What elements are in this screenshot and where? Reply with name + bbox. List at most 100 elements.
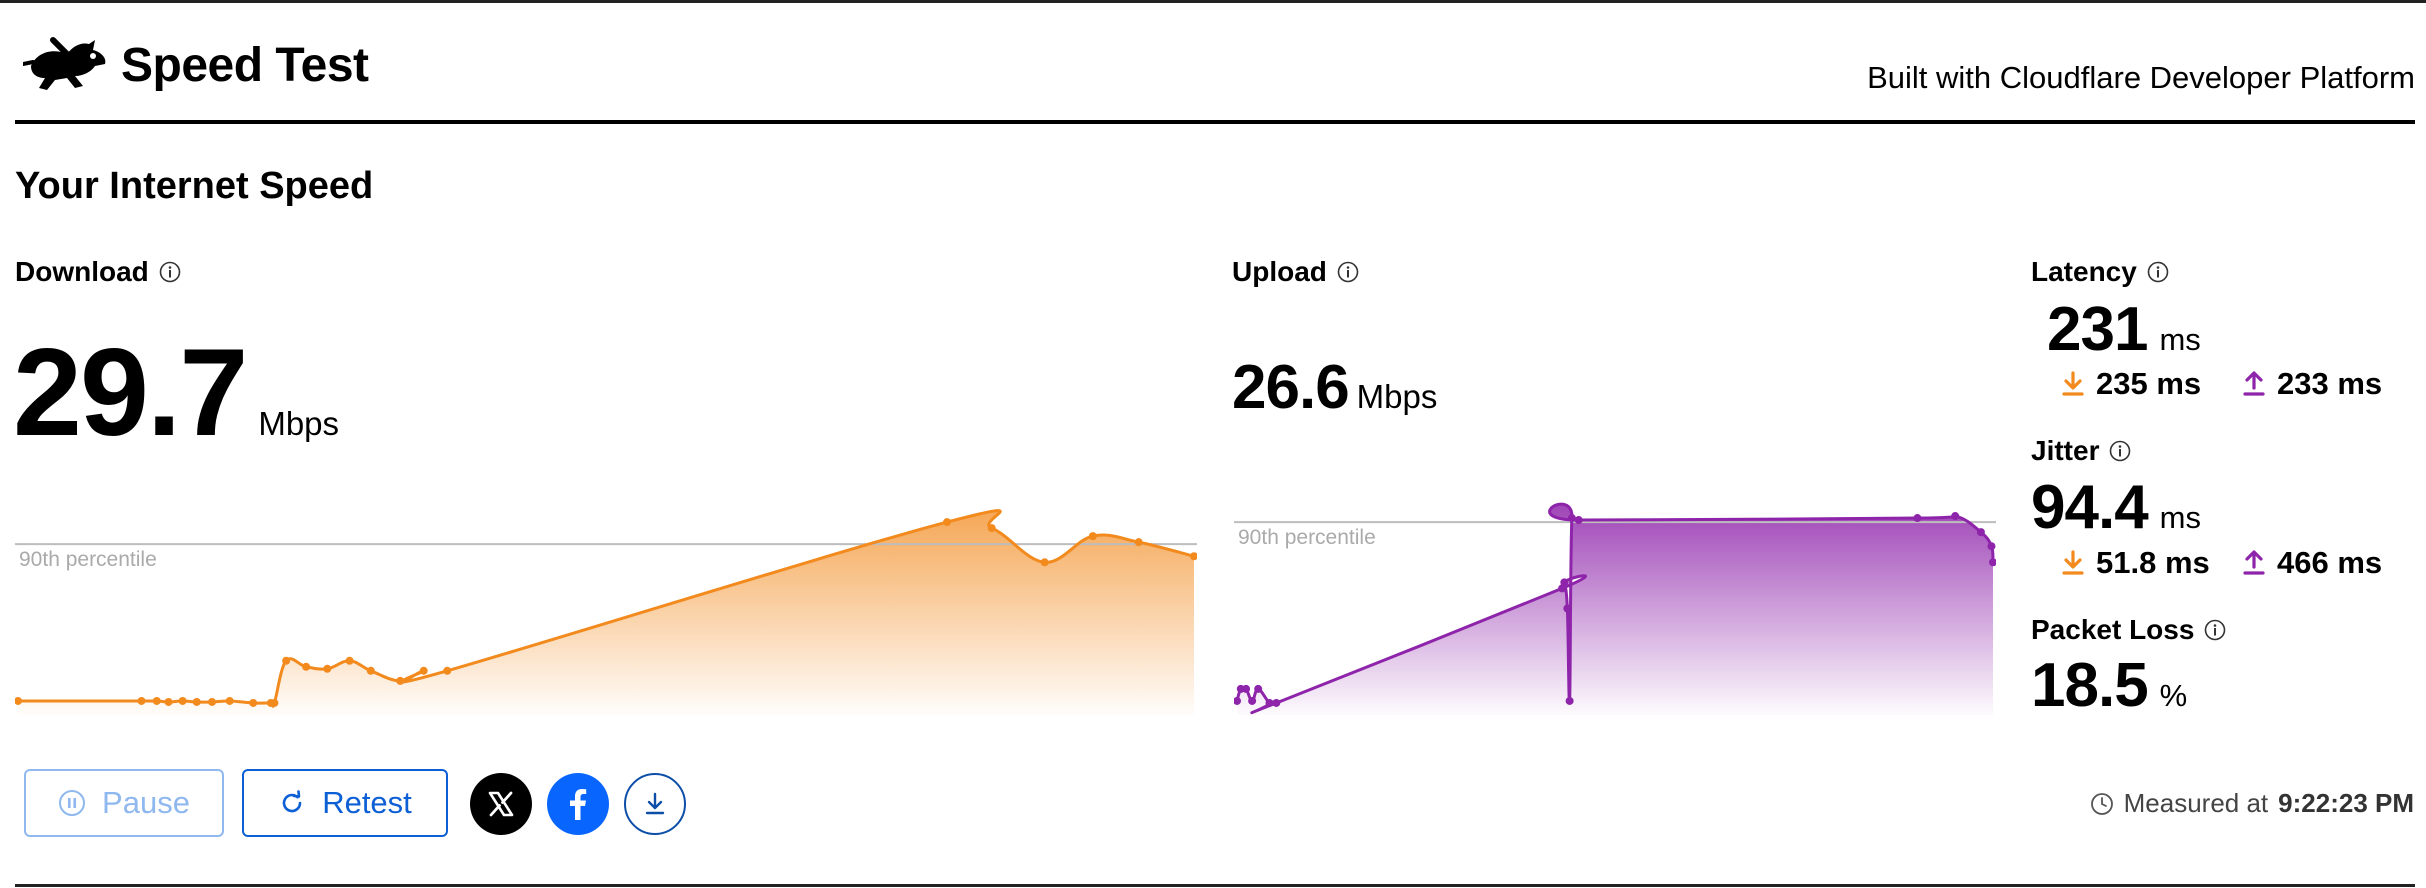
chart-point	[1987, 542, 1996, 551]
upload-label-text: Upload	[1232, 256, 1327, 287]
upload-unit: Mbps	[1356, 378, 1438, 415]
packet-loss-value-group: 18.5 %	[2031, 650, 2187, 721]
chart-point	[1265, 698, 1274, 707]
packet-loss-value: 18.5	[2031, 651, 2149, 720]
upload-chart: 90th percentile	[1234, 502, 1996, 715]
chart-point	[1567, 514, 1576, 523]
info-icon[interactable]	[1337, 261, 1359, 283]
chart-point	[249, 698, 258, 707]
chart-point	[396, 676, 405, 685]
download-results-button[interactable]	[624, 773, 686, 835]
upload-arrow-icon	[2243, 371, 2265, 396]
chart-point	[1560, 578, 1569, 587]
latency-value-group: 231 ms	[2047, 294, 2201, 365]
upload-label: Upload	[1232, 256, 1359, 288]
packet-loss-label-text: Packet Loss	[2031, 614, 2195, 645]
refresh-icon	[282, 790, 302, 813]
chart-point	[302, 662, 311, 671]
upload-percentile-label: 90th percentile	[1238, 526, 1376, 549]
jitter-down-value: 51.8 ms	[2096, 545, 2210, 580]
chart-point	[366, 666, 375, 675]
retest-button[interactable]: Retest	[242, 769, 448, 837]
chart-point	[1272, 698, 1281, 707]
chart-point	[1913, 514, 1922, 523]
latency-value: 231	[2047, 295, 2148, 364]
chart-point	[1565, 696, 1574, 705]
rabbit-logo-icon	[23, 37, 106, 90]
upload-arrow-icon	[2243, 550, 2265, 575]
chart-point	[443, 666, 452, 675]
download-unit: Mbps	[258, 405, 340, 442]
latency-unit: ms	[2159, 322, 2201, 357]
packet-loss-label: Packet Loss	[2031, 614, 2226, 646]
clock-icon	[2090, 792, 2113, 815]
chart-point	[1254, 684, 1263, 693]
latency-up: 233 ms	[2243, 366, 2382, 402]
jitter-unit: ms	[2159, 500, 2201, 535]
download-speed: 29.7 Mbps	[13, 322, 339, 464]
latency-down: 235 ms	[2062, 366, 2201, 402]
chart-point	[1951, 512, 1960, 521]
chart-point	[987, 524, 996, 533]
upload-value: 26.6	[1232, 353, 1350, 422]
packet-loss-unit: %	[2159, 678, 2188, 713]
built-with-link[interactable]: Built with Cloudflare Developer Platform	[1867, 60, 2415, 96]
chart-point	[137, 696, 146, 705]
download-label: Download	[15, 256, 181, 288]
pause-icon	[59, 790, 86, 816]
chart-point	[208, 697, 217, 706]
share-x-button[interactable]	[470, 773, 532, 835]
chart-point	[270, 698, 279, 707]
latency-up-value: 233 ms	[2277, 366, 2383, 401]
chart-point	[152, 696, 161, 705]
pause-label: Pause	[102, 785, 190, 820]
chart-point	[1563, 604, 1572, 613]
app-title: Speed Test	[121, 39, 369, 92]
chart-point	[323, 664, 332, 673]
chart-point	[1574, 516, 1583, 525]
chart-point	[1040, 558, 1049, 567]
chart-point	[1248, 696, 1257, 705]
chart-point	[1088, 532, 1097, 541]
chart-point	[225, 696, 234, 705]
measured-prefix: Measured at	[2123, 788, 2269, 818]
jitter-label: Jitter	[2031, 435, 2131, 467]
footer-border	[15, 884, 2415, 887]
chart-point	[1976, 528, 1985, 537]
jitter-value-group: 94.4 ms	[2031, 472, 2201, 543]
chart-point	[943, 518, 952, 527]
chart-point	[419, 666, 428, 675]
chart-point	[1134, 538, 1143, 547]
latency-label-text: Latency	[2031, 256, 2137, 287]
upload-speed: 26.6 Mbps	[1232, 352, 1437, 423]
section-title: Your Internet Speed	[15, 165, 374, 207]
latency-label: Latency	[2031, 256, 2169, 288]
retest-label: Retest	[322, 785, 412, 820]
info-icon[interactable]	[2109, 440, 2131, 462]
chart-point	[164, 697, 173, 706]
info-icon[interactable]	[2147, 261, 2169, 283]
pause-button[interactable]: Pause	[24, 769, 224, 837]
jitter-label-text: Jitter	[2031, 435, 2100, 466]
download-arrow-icon	[2062, 550, 2084, 575]
info-icon[interactable]	[2204, 619, 2226, 641]
download-percentile-label: 90th percentile	[19, 548, 157, 571]
x-logo-icon	[488, 791, 514, 817]
jitter-value: 94.4	[2031, 473, 2149, 542]
chart-point	[178, 696, 187, 705]
chart-point	[1242, 684, 1251, 693]
download-chart: 90th percentile	[15, 509, 1197, 715]
chart-point	[282, 656, 291, 665]
facebook-icon	[570, 789, 587, 820]
download-arrow-icon	[2062, 371, 2084, 396]
measured-time: 9:22:23 PM	[2278, 788, 2414, 818]
measured-at: Measured at 9:22:23 PM	[2090, 788, 2414, 819]
info-icon[interactable]	[159, 261, 181, 283]
latency-down-value: 235 ms	[2096, 366, 2202, 401]
header: Speed Test Built with Cloudflare Develop…	[15, 0, 2415, 124]
jitter-up-value: 466 ms	[2277, 545, 2383, 580]
share-facebook-button[interactable]	[547, 773, 609, 835]
download-icon	[645, 792, 665, 815]
download-label-text: Download	[15, 256, 149, 287]
jitter-down: 51.8 ms	[2062, 545, 2210, 581]
